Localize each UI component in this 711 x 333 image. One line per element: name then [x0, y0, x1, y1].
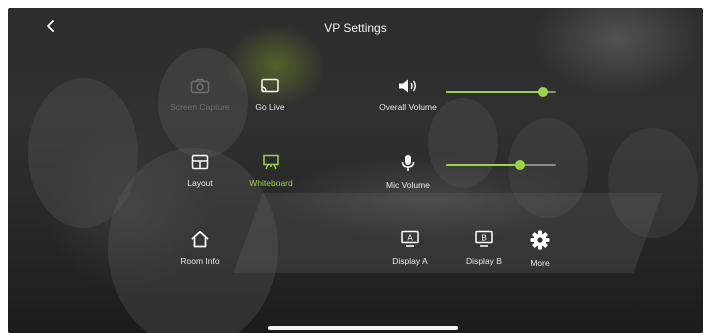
camera-icon — [190, 78, 210, 94]
speaker-icon — [399, 79, 416, 93]
mic-volume-control: Mic Volume — [373, 154, 443, 190]
display-b-button[interactable]: B Display B — [456, 230, 512, 266]
video-background: VP Settings Screen Capture Go Live Overa… — [8, 8, 703, 333]
microphone-icon — [401, 155, 415, 171]
go-live-button[interactable]: Go Live — [240, 78, 300, 112]
more-button[interactable]: More — [518, 230, 562, 268]
overall-volume-fill — [446, 91, 543, 93]
app-frame: VP Settings Screen Capture Go Live Overa… — [0, 0, 711, 333]
layout-button[interactable]: Layout — [175, 154, 225, 188]
display-a-badge: A — [407, 234, 413, 243]
overall-volume-knob[interactable] — [537, 87, 548, 97]
room-info-button[interactable]: Room Info — [170, 230, 230, 266]
overall-volume-control: Overall Volume — [368, 78, 448, 112]
whiteboard-button[interactable]: Whiteboard — [236, 154, 306, 188]
home-icon — [191, 230, 209, 248]
screen-capture-button[interactable]: Screen Capture — [160, 78, 240, 112]
layout-icon — [191, 154, 209, 170]
gear-icon — [530, 230, 550, 250]
back-button[interactable] — [42, 19, 60, 37]
overall-volume-slider[interactable] — [446, 86, 556, 98]
chevron-left-icon — [47, 20, 54, 32]
display-a-label: Display A — [392, 256, 428, 266]
display-a-button[interactable]: A Display A — [382, 230, 438, 266]
page-title: VP Settings — [324, 21, 387, 35]
room-info-label: Room Info — [180, 256, 220, 266]
background-table — [233, 193, 663, 273]
cast-icon — [261, 78, 279, 93]
whiteboard-icon — [263, 154, 279, 170]
mic-volume-knob[interactable] — [514, 160, 525, 170]
layout-label: Layout — [187, 178, 213, 188]
mic-volume-label: Mic Volume — [386, 180, 430, 190]
more-label: More — [530, 258, 550, 268]
display-b-badge: B — [481, 234, 486, 243]
display-a-icon: A — [401, 230, 419, 247]
mic-volume-fill — [446, 164, 520, 166]
mic-volume-slider[interactable] — [446, 159, 556, 171]
overall-volume-label: Overall Volume — [379, 102, 437, 112]
display-b-label: Display B — [466, 256, 502, 266]
whiteboard-label: Whiteboard — [249, 178, 293, 188]
display-b-icon: B — [475, 230, 493, 247]
home-indicator[interactable] — [268, 326, 458, 330]
go-live-label: Go Live — [255, 102, 285, 112]
screen-capture-label: Screen Capture — [170, 102, 230, 112]
